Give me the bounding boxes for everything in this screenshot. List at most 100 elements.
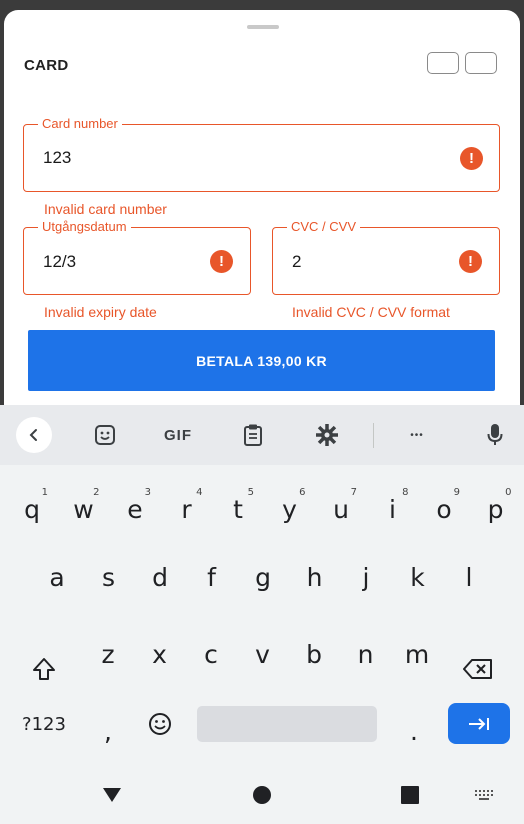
key-w[interactable]: w2 [60,479,108,539]
key-e[interactable]: e3 [111,479,159,539]
nav-back-icon[interactable] [92,780,132,810]
key-label: u [333,494,349,524]
key-k[interactable]: k [394,547,442,607]
key-c[interactable]: c [187,624,235,684]
key-label: w [73,494,94,524]
card-brand-logo-2 [465,52,497,74]
drag-handle[interactable] [247,25,279,29]
sheet-title: CARD [24,57,69,74]
key-s[interactable]: s [85,547,133,607]
key-hint: 3 [144,487,151,498]
key-label: r [181,494,192,524]
nav-home-icon[interactable] [242,780,282,810]
nav-recents-icon[interactable] [390,780,430,810]
key-h[interactable]: h [291,547,339,607]
key-y[interactable]: y6 [266,479,314,539]
space-key[interactable] [197,706,377,742]
key-i[interactable]: i8 [369,479,417,539]
gif-button[interactable]: GIF [158,420,198,450]
comma-key[interactable]: , [84,701,132,761]
error-icon: ! [460,147,483,170]
key-o[interactable]: o9 [420,479,468,539]
microphone-icon[interactable] [480,420,510,450]
toolbar-divider [373,423,374,448]
key-label: b [306,639,322,669]
backspace-key[interactable] [454,639,502,699]
cvc-value: 2 [292,252,302,271]
bottom-sheet: CARD Card number 123 ! Invalid card numb… [4,10,520,410]
key-z[interactable]: z [84,624,132,684]
gear-icon[interactable] [312,420,342,450]
key-label: q [24,494,40,524]
key-label: a [49,562,65,592]
clipboard-icon[interactable] [238,420,268,450]
chevron-left-icon[interactable] [16,417,52,453]
card-number-error: Invalid card number [44,201,167,217]
key-a[interactable]: a [33,547,81,607]
key-x[interactable]: x [136,624,184,684]
key-hint: 0 [505,487,512,498]
symbols-key[interactable]: ?123 [12,694,76,754]
key-d[interactable]: d [136,547,184,607]
keyboard-toolbar: GIF ••• [0,405,524,465]
key-b[interactable]: b [290,624,338,684]
key-m[interactable]: m [393,624,441,684]
key-label: l [465,562,473,592]
key-hint: 7 [350,487,357,498]
expiry-field[interactable]: Utgångsdatum 12/3 ! [23,219,251,295]
key-p[interactable]: p0 [472,479,520,539]
key-label: y [282,494,297,524]
key-label: v [255,639,270,669]
key-hint: 6 [299,487,306,498]
emoji-key[interactable] [136,694,184,754]
key-label: m [404,639,430,669]
cvc-field[interactable]: CVC / CVV 2 ! [272,219,500,295]
key-label: z [101,639,115,669]
key-label: p [487,494,504,524]
soft-keyboard: GIF ••• q1w2e3r4t5y6u7i8o9p0 asdfghjkl z… [0,405,524,824]
key-label: x [152,639,167,669]
key-label: t [233,494,243,524]
expiry-error: Invalid expiry date [44,304,157,320]
shift-key[interactable] [20,639,68,699]
key-label: k [410,562,425,592]
key-label: d [152,562,168,592]
key-label: g [255,562,271,592]
key-t[interactable]: t5 [214,479,262,539]
next-field-key[interactable] [448,703,510,744]
expiry-label: Utgångsdatum [38,219,131,235]
error-icon: ! [210,250,233,273]
key-hint: 2 [93,487,100,498]
cvc-error: Invalid CVC / CVV format [292,304,450,320]
key-r[interactable]: r4 [163,479,211,539]
key-j[interactable]: j [342,547,390,607]
key-u[interactable]: u7 [317,479,365,539]
key-v[interactable]: v [239,624,287,684]
key-l[interactable]: l [445,547,493,607]
key-label: f [207,562,216,592]
more-icon[interactable]: ••• [402,420,432,450]
pay-button[interactable]: BETALA 139,00 KR [28,330,495,391]
key-f[interactable]: f [188,547,236,607]
card-number-label: Card number [38,116,122,132]
card-number-field[interactable]: Card number 123 ! [23,116,500,192]
keyboard-switch-icon[interactable] [464,780,504,810]
key-label: j [362,562,370,592]
key-label: n [357,639,374,669]
key-n[interactable]: n [342,624,390,684]
key-label: e [127,494,143,524]
key-hint: 5 [247,487,254,498]
cvc-label: CVC / CVV [287,219,361,235]
card-brand-logo-1 [427,52,459,74]
key-label: h [306,562,323,592]
key-hint: 8 [402,487,409,498]
key-label: s [101,562,116,592]
key-label: o [436,494,452,524]
error-icon: ! [459,250,482,273]
key-g[interactable]: g [239,547,287,607]
card-number-value: 123 [43,148,72,167]
key-q[interactable]: q1 [8,479,56,539]
sticker-icon[interactable] [90,420,120,450]
key-hint: 1 [41,487,48,498]
period-key[interactable]: . [390,701,438,761]
